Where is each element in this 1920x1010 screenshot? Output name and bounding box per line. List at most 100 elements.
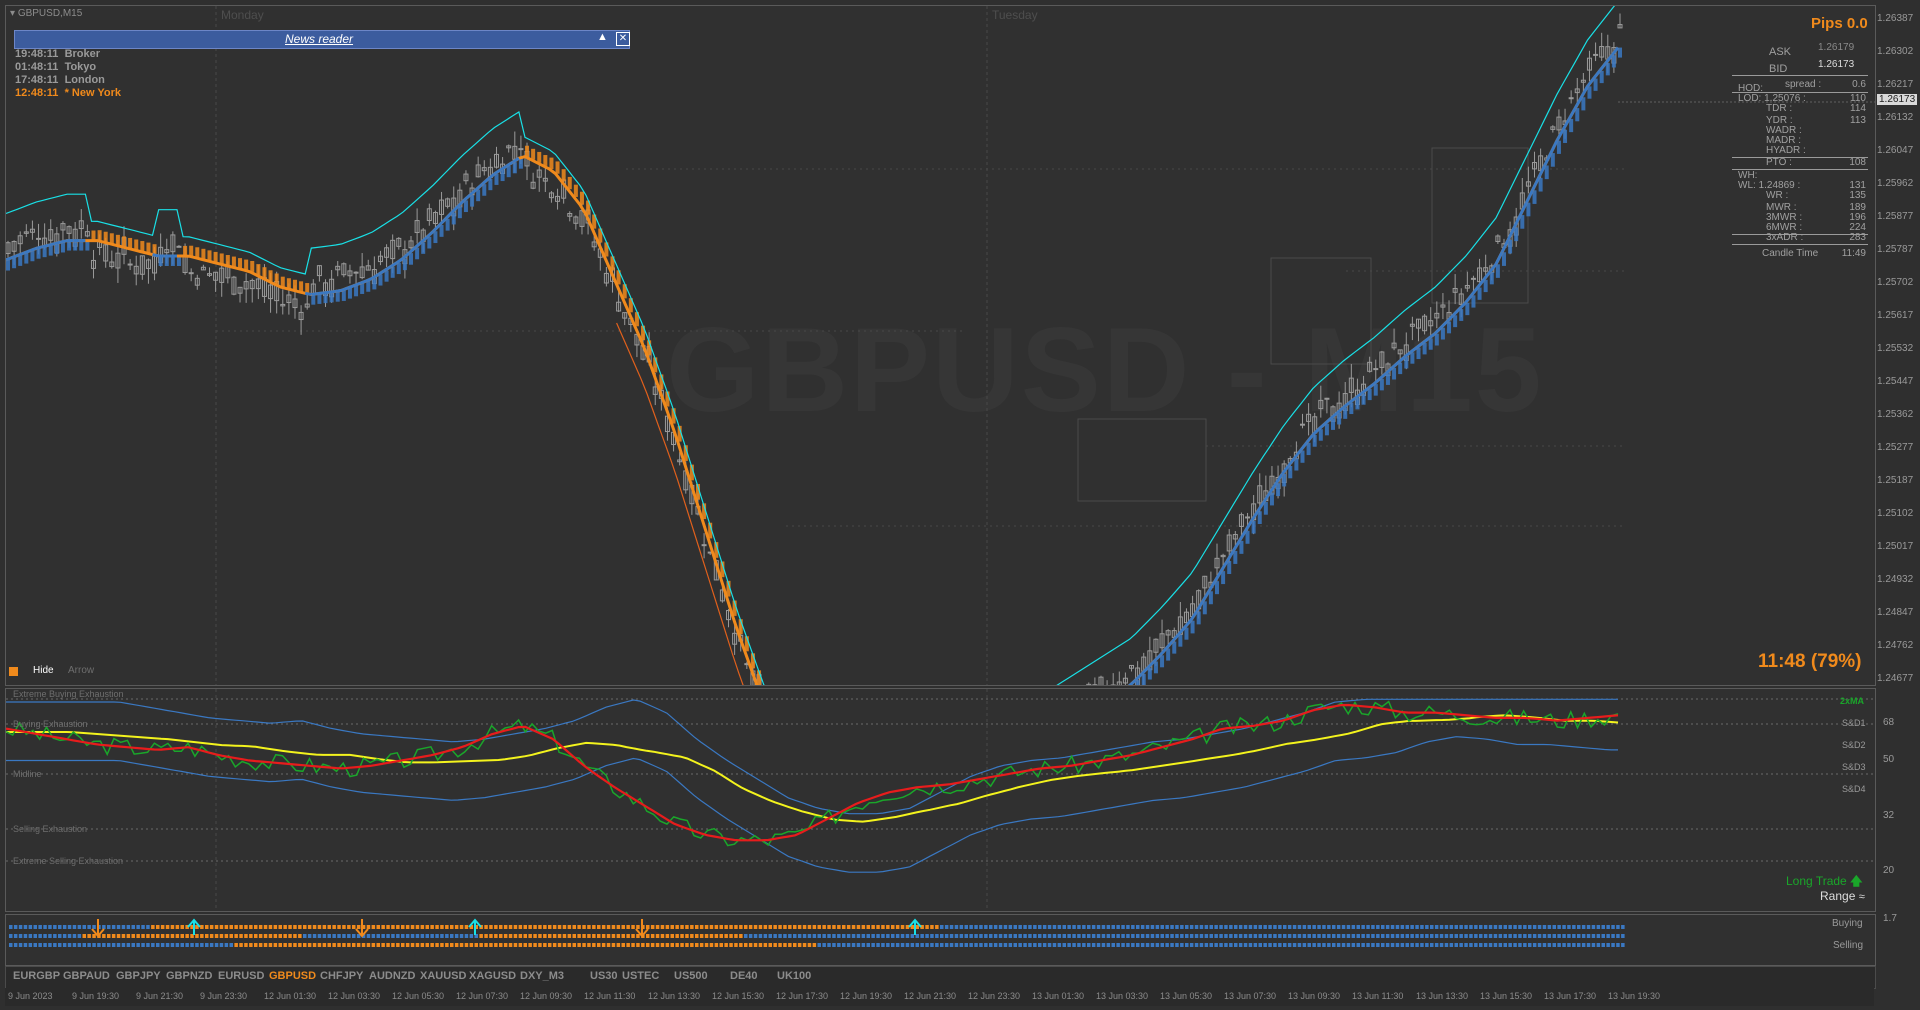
symbol-tab-us30[interactable]: US30 <box>590 970 618 982</box>
candle-body <box>1324 397 1330 400</box>
signal-dot <box>778 943 782 947</box>
signal-dot <box>636 943 640 947</box>
signal-dot <box>1547 925 1552 929</box>
signal-dot <box>1434 934 1439 938</box>
signal-dot <box>1488 943 1493 947</box>
signal-dot <box>1518 934 1522 938</box>
symbol-tab-de40[interactable]: DE40 <box>730 970 758 982</box>
signal-dot <box>1483 934 1488 938</box>
signal-dot <box>263 943 268 947</box>
signal-dot <box>450 925 454 929</box>
symbol-tab-gbpaud[interactable]: GBPAUD <box>63 970 110 982</box>
signal-dot <box>670 925 674 929</box>
signal-dot <box>1395 934 1400 938</box>
signal-dot <box>107 934 111 938</box>
symbol-tab-gbpjpy[interactable]: GBPJPY <box>116 970 161 982</box>
info-row-value: 113 <box>1850 115 1866 126</box>
symbol-tab-gbpnzd[interactable]: GBPNZD <box>166 970 212 982</box>
signal-pane[interactable]: Buying Selling <box>5 914 1876 966</box>
trend-ma-segment <box>1482 271 1491 281</box>
signal-dot <box>13 925 18 929</box>
trend-ma-segment <box>317 291 324 296</box>
ma-ribbon-bar <box>329 292 334 303</box>
signal-dot <box>347 925 351 929</box>
ma-ribbon-bar <box>1410 352 1415 364</box>
signal-dot <box>1356 934 1360 938</box>
symbol-tab-audnzd[interactable]: AUDNZD <box>369 970 415 982</box>
signal-dot <box>474 943 478 947</box>
collapse-up-icon[interactable]: ▲ <box>597 31 608 43</box>
trend-ma-segment <box>329 289 336 294</box>
signal-dot <box>1606 934 1610 938</box>
symbol-tab-uk100[interactable]: UK100 <box>777 970 811 982</box>
signal-dot <box>102 934 106 938</box>
signal-dot <box>1493 934 1498 938</box>
signal-dot <box>797 925 802 929</box>
signal-dot <box>513 934 518 938</box>
signal-dot <box>1199 925 1204 929</box>
arrow-button[interactable]: Arrow <box>68 665 94 676</box>
signal-dot <box>1077 934 1081 938</box>
signal-dot <box>1366 925 1370 929</box>
signal-dot <box>1591 934 1596 938</box>
signal-dot <box>141 943 145 947</box>
signal-dot <box>719 925 723 929</box>
close-icon[interactable]: ✕ <box>616 32 630 46</box>
signal-dot <box>415 943 420 947</box>
signal-dot <box>332 934 336 938</box>
symbol-tab-chfjpy[interactable]: CHFJPY <box>320 970 363 982</box>
symbol-tab-ustec[interactable]: USTEC <box>622 970 659 982</box>
signal-dot <box>1557 925 1561 929</box>
signal-dot <box>655 943 660 947</box>
ma-ribbon-bar <box>372 278 377 290</box>
price-axis-label: 1.24677 <box>1877 673 1914 684</box>
ma-ribbon-bar <box>1208 591 1213 605</box>
trend-ma-segment <box>1195 600 1205 613</box>
trend-ma-segment <box>1397 355 1406 364</box>
time-axis-label: 12 Jun 19:30 <box>840 991 893 1001</box>
symbol-tab-eurusd[interactable]: EURUSD <box>218 970 264 982</box>
ma-ribbon-bar <box>91 230 96 241</box>
ma-ribbon-bar <box>354 285 359 297</box>
signal-dot <box>1096 934 1101 938</box>
signal-dot <box>1185 934 1189 938</box>
news-reader-title[interactable]: News reader <box>285 32 353 46</box>
signal-dot <box>1479 943 1483 947</box>
ma-ribbon-bar <box>396 262 401 275</box>
signal-dot <box>1385 943 1390 947</box>
signal-dot <box>837 934 841 938</box>
signal-dot <box>881 934 885 938</box>
signal-dot <box>1052 943 1057 947</box>
signal-dot <box>954 934 959 938</box>
signal-dot <box>1425 934 1429 938</box>
symbol-tab-eurgbp[interactable]: EURGBP <box>13 970 60 982</box>
signal-dot <box>469 943 474 947</box>
ma-ribbon-bar <box>341 290 346 301</box>
symbol-tab-gbpusd[interactable]: GBPUSD <box>269 970 316 982</box>
signal-dot <box>1131 925 1135 929</box>
price-chart-pane[interactable]: ▾ GBPUSD,M15 Monday Tuesday GBPUSD - M15 <box>5 5 1876 686</box>
trend-ma-segment <box>1219 560 1229 572</box>
time-axis-label: 13 Jun 17:30 <box>1544 991 1597 1001</box>
signal-dot <box>489 943 493 947</box>
signal-dot <box>891 943 895 947</box>
signal-dot <box>82 934 86 938</box>
price-axis-label: 1.25532 <box>1877 343 1914 354</box>
oscillator-pane[interactable]: Extreme Buying Exhaustion Buying Exhaust… <box>5 688 1876 912</box>
symbol-tab-us500[interactable]: US500 <box>674 970 708 982</box>
signal-dot <box>822 934 826 938</box>
signal-dot <box>1444 943 1449 947</box>
symbol-tab-xagusd[interactable]: XAGUSD <box>469 970 516 982</box>
price-axis-label: 1.26047 <box>1877 145 1914 156</box>
signal-dot <box>1601 943 1605 947</box>
symbol-tab-dxy_m3[interactable]: DXY_M3 <box>520 970 564 982</box>
signal-dot <box>1317 943 1321 947</box>
hide-button[interactable]: Hide <box>33 665 54 676</box>
signal-dot <box>724 943 728 947</box>
ma-ribbon-bar <box>1178 634 1183 647</box>
signal-dot <box>533 925 537 929</box>
news-reader-bar[interactable]: News reader ▲ ✕ <box>14 30 630 49</box>
hide-toggle-swatch[interactable] <box>9 667 18 676</box>
signal-dot <box>935 943 939 947</box>
symbol-tab-xauusd[interactable]: XAUUSD <box>420 970 466 982</box>
